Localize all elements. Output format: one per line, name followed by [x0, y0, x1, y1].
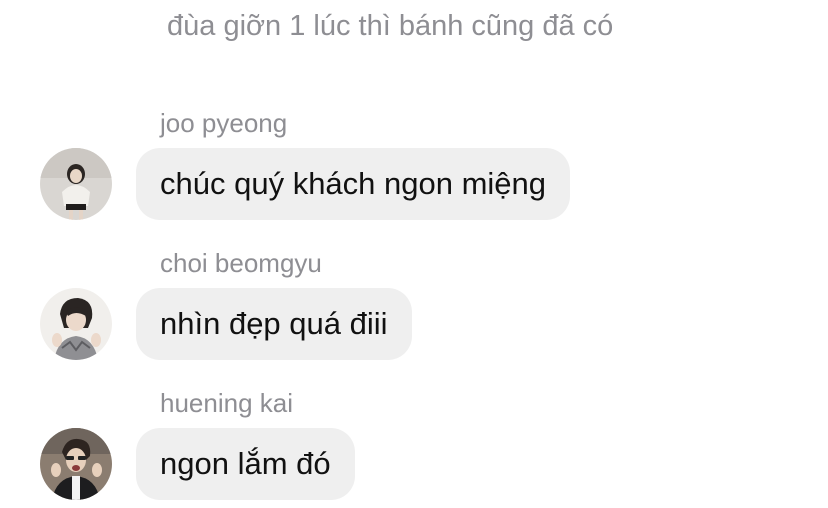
avatar-photo-huening-kai — [40, 428, 112, 500]
avatar[interactable] — [40, 428, 112, 500]
message-bubble[interactable]: chúc quý khách ngon miệng — [136, 148, 571, 220]
sender-name: huening kai — [160, 388, 293, 418]
avatar[interactable] — [40, 288, 112, 360]
message-bubble[interactable]: ngon lắm đó — [136, 428, 355, 500]
avatar-photo-choi-beomgyu — [40, 288, 112, 360]
message-text: nhìn đẹp quá điii — [160, 306, 388, 341]
avatar[interactable] — [40, 148, 112, 220]
avatar-photo-joo-pyeong — [40, 148, 112, 220]
sender-name: choi beomgyu — [160, 248, 322, 278]
previous-message-text: đùa giỡn 1 lúc thì bánh cũng đã có — [167, 10, 614, 42]
message-bubble[interactable]: nhìn đẹp quá điii — [136, 288, 412, 360]
message-text: ngon lắm đó — [160, 446, 331, 481]
message-text: chúc quý khách ngon miệng — [160, 166, 547, 201]
sender-name: joo pyeong — [160, 108, 288, 138]
